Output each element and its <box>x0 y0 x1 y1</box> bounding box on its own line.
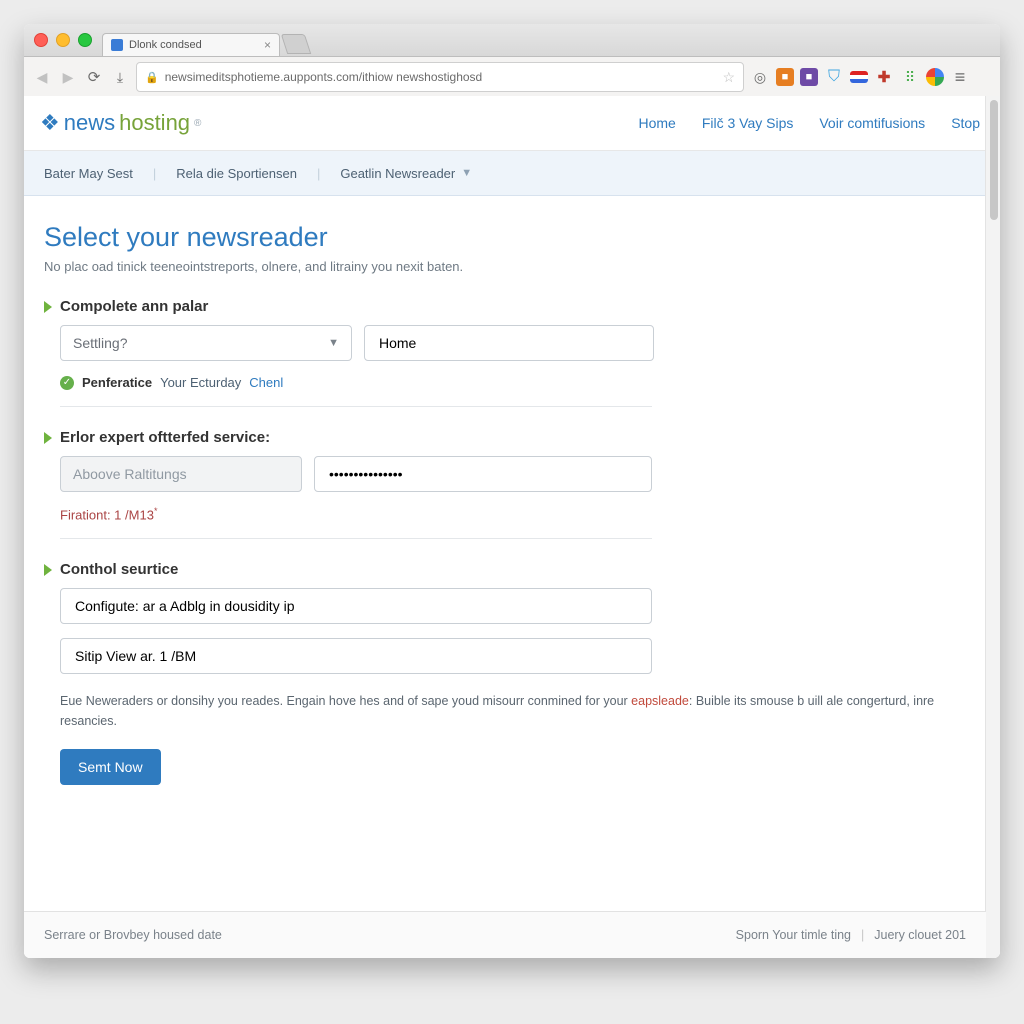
nav-support[interactable]: Voir comtifusions <box>819 115 925 131</box>
zoom-window-icon[interactable] <box>78 33 92 47</box>
browser-window: Dlonk condsed × ◀ ▶ ⟳ ⤓ 🔒 newsimeditspho… <box>24 24 1000 958</box>
tab-strip: Dlonk condsed × <box>24 24 1000 57</box>
minimize-window-icon[interactable] <box>56 33 70 47</box>
legal-text: Eue Neweraders or donsihy you reades. En… <box>60 692 940 731</box>
section-1-helper: ✓ Penferatice Your Ecturday Chenl <box>60 375 980 390</box>
home-button[interactable]: ⤓ <box>110 67 130 87</box>
config-input-2[interactable] <box>60 638 652 674</box>
plus-icon[interactable]: ✚ <box>874 67 894 87</box>
new-tab-button[interactable] <box>281 34 311 54</box>
footer-right-1[interactable]: Sporn Your timle ting <box>736 928 851 942</box>
service-disabled-value: Aboove Raltitungs <box>73 466 187 482</box>
password-field[interactable] <box>327 465 639 483</box>
page-title: Select your newsreader <box>44 222 980 253</box>
helper-link[interactable]: Chenl <box>249 375 283 390</box>
check-circle-icon: ✓ <box>60 376 74 390</box>
logo-text-1: news <box>64 110 115 136</box>
warning-text: Firationt: 1 /M13* <box>60 506 980 522</box>
config-input-1[interactable] <box>60 588 652 624</box>
section-divider-1 <box>60 406 652 407</box>
logo-text-2: hosting <box>119 110 190 136</box>
profile-avatar-icon[interactable] <box>926 68 944 86</box>
triangle-bullet-icon <box>44 432 52 444</box>
page-viewport: ❖ newshosting ® Home Filč 3 Vay Sips Voir… <box>24 96 1000 958</box>
subnav-sep-1: | <box>153 166 156 181</box>
brand-logo[interactable]: ❖ newshosting ® <box>40 110 201 136</box>
footer-pipe: | <box>861 928 864 942</box>
footer-left[interactable]: Serrare or Brovbey housed date <box>44 928 222 942</box>
triangle-bullet-icon <box>44 301 52 313</box>
address-bar: ◀ ▶ ⟳ ⤓ 🔒 newsimeditsphotieme.aupponts.c… <box>24 57 1000 98</box>
url-field[interactable]: 🔒 newsimeditsphotieme.aupponts.com/ithio… <box>136 62 744 92</box>
scrollbar-thumb[interactable] <box>990 100 998 220</box>
apps-icon[interactable]: ⠿ <box>900 67 920 87</box>
window-controls <box>34 33 92 47</box>
close-window-icon[interactable] <box>34 33 48 47</box>
lock-icon: 🔒 <box>145 71 159 84</box>
page-subtitle: No plac oad tinick teeneointstreports, o… <box>44 259 980 274</box>
select-placeholder: Settling? <box>73 335 127 351</box>
service-field-disabled: Aboove Raltitungs <box>60 456 302 492</box>
logo-tm: ® <box>194 118 201 129</box>
name-input[interactable] <box>364 325 654 361</box>
flag-icon[interactable] <box>850 71 868 83</box>
top-nav: Home Filč 3 Vay Sips Voir comtifusions S… <box>638 115 980 131</box>
chevron-down-icon: ▼ <box>461 167 472 179</box>
legal-pre: Eue Neweraders or donsihy you reades. En… <box>60 694 631 708</box>
logo-mark-icon: ❖ <box>40 110 60 136</box>
hamburger-menu-icon[interactable]: ≡ <box>950 67 970 87</box>
subnav-item-3[interactable]: Geatlin Newsreader ▼ <box>340 166 472 181</box>
subnav-item-2[interactable]: Rela die Sportiensen <box>176 166 297 181</box>
subnav-item-3-label: Geatlin Newsreader <box>340 166 455 181</box>
browser-tab[interactable]: Dlonk condsed × <box>102 33 280 56</box>
nav-home[interactable]: Home <box>638 115 675 131</box>
url-text: newsimeditsphotieme.aupponts.com/ithiow … <box>165 70 483 84</box>
section-3-title: Conthol seurtice <box>60 561 178 578</box>
scrollbar-track[interactable] <box>985 96 1000 958</box>
extension-1-icon[interactable]: ■ <box>776 68 794 86</box>
extension-2-icon[interactable]: ■ <box>800 68 818 86</box>
page-footer: Serrare or Brovbey housed date Sporn You… <box>24 911 986 958</box>
section-2-title: Erlor expert oftterfed service: <box>60 429 270 446</box>
main-content: Select your newsreader No plac oad tinic… <box>24 196 1000 815</box>
forward-button[interactable]: ▶ <box>58 67 78 87</box>
section-3-header: Conthol seurtice <box>44 561 980 578</box>
config-field-2[interactable] <box>73 647 639 665</box>
subnav-item-1[interactable]: Bater May Sest <box>44 166 133 181</box>
helper-bold: Penferatice <box>82 375 152 390</box>
section-divider-2 <box>60 538 652 539</box>
reload-button[interactable]: ⟳ <box>84 67 104 87</box>
triangle-bullet-icon <box>44 564 52 576</box>
name-input-field[interactable] <box>377 334 641 352</box>
legal-link[interactable]: eapsleade <box>631 694 689 708</box>
section-1-header: Compolete ann palar <box>44 298 980 315</box>
section-2-header: Erlor expert oftterfed service: <box>44 429 980 446</box>
submit-button[interactable]: Semt Now <box>60 749 161 785</box>
nav-plans[interactable]: Filč 3 Vay Sips <box>702 115 794 131</box>
back-button[interactable]: ◀ <box>32 67 52 87</box>
favicon-icon <box>111 39 123 51</box>
sub-nav: Bater May Sest | Rela die Sportiensen | … <box>24 151 1000 196</box>
password-input[interactable] <box>314 456 652 492</box>
helper-text: Your Ecturday <box>160 375 241 390</box>
tab-title: Dlonk condsed <box>129 39 202 51</box>
shield-icon[interactable]: ⛉ <box>824 67 844 87</box>
config-field-1[interactable] <box>73 597 639 615</box>
site-header: ❖ newshosting ® Home Filč 3 Vay Sips Voir… <box>24 96 1000 151</box>
footer-right-2: Juery clouet 201 <box>874 928 966 942</box>
section-1-title: Compolete ann palar <box>60 298 208 315</box>
chevron-down-icon: ▼ <box>328 337 339 349</box>
target-icon[interactable]: ◎ <box>750 67 770 87</box>
subnav-sep-2: | <box>317 166 320 181</box>
close-tab-icon[interactable]: × <box>264 39 271 51</box>
nav-stop[interactable]: Stop <box>951 115 980 131</box>
newsreader-select[interactable]: Settling? ▼ <box>60 325 352 361</box>
bookmark-star-icon[interactable]: ☆ <box>722 69 735 86</box>
